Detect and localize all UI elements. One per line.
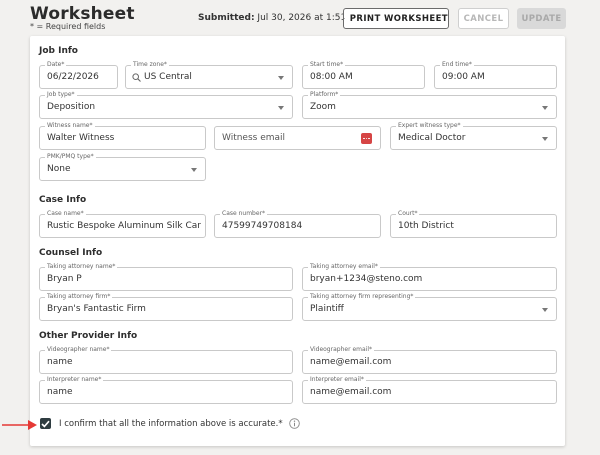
interpreter-email-field[interactable]: Interpreter email* name@email.com [302,376,557,404]
job-type-label: Job type* [45,91,77,99]
confirm-label: I confirm that all the information above… [59,418,283,429]
pmk-type-select[interactable]: PMK/PMQ type* None [39,153,206,181]
court-label: Court* [396,210,420,218]
cancel-button[interactable]: CANCEL [458,8,509,29]
print-worksheet-button[interactable]: PRINT WORKSHEET [343,8,449,29]
page-header: Worksheet * = Required fields Submitted:… [0,0,600,36]
start-time-value: 08:00 AM [310,72,353,82]
interpreter-name-label: Interpreter name* [45,376,104,384]
interpreter-email-value: name@email.com [310,387,392,397]
chevron-down-icon [542,106,548,110]
more-dots-icon[interactable] [361,133,372,144]
case-name-value: Rustic Bespoke Aluminum Silk Car [47,221,201,231]
videographer-name-field[interactable]: Videographer name* name [39,346,293,374]
expert-witness-type-value: Medical Doctor [398,133,466,143]
chevron-down-icon [542,137,548,141]
confirm-checkbox[interactable] [40,418,51,429]
videographer-email-field[interactable]: Videographer email* name@email.com [302,346,557,374]
chevron-down-icon [278,76,284,80]
chevron-down-icon [542,308,548,312]
interpreter-name-field[interactable]: Interpreter name* name [39,376,293,404]
printer-icon [344,18,345,19]
firm-representing-value: Plaintiff [310,304,344,314]
pmk-type-value: None [47,164,71,174]
taking-attorney-email-label: Taking attorney email* [308,263,380,271]
platform-label: Platform* [308,91,341,99]
platform-value: Zoom [310,102,336,112]
update-button[interactable]: UPDATE [517,8,566,29]
job-type-value: Deposition [47,102,96,112]
start-time-label: Start time* [308,61,346,69]
taking-attorney-name-value: Bryan P [47,274,82,284]
platform-select[interactable]: Platform* Zoom [302,91,557,119]
case-name-field[interactable]: Case name* Rustic Bespoke Aluminum Silk … [39,210,206,238]
submitted-label: Submitted: [198,13,255,23]
checkmark-icon [41,420,50,428]
section-heading-case-info: Case Info [39,195,87,205]
time-zone-value: US Central [144,72,192,82]
red-arrow-icon [2,420,37,430]
videographer-name-value: name [47,357,73,367]
submitted-status: Submitted: Jul 30, 2026 at 1:51 PM [198,13,362,23]
taking-attorney-firm-label: Taking attorney firm* [45,293,113,301]
witness-name-value: Walter Witness [47,133,115,143]
time-zone-label: Time zone* [131,61,169,69]
end-time-field[interactable]: End time* 09:00 AM [434,61,557,89]
info-icon[interactable] [288,418,300,429]
section-heading-job-info: Job Info [39,46,78,56]
witness-name-label: Witness name* [45,122,95,130]
case-number-field[interactable]: Case number* 47599749708184 [214,210,381,238]
expert-witness-type-select[interactable]: Expert witness type* Medical Doctor [390,122,557,150]
end-time-value: 09:00 AM [442,72,485,82]
interpreter-email-label: Interpreter email* [308,376,366,384]
case-number-value: 47599749708184 [222,221,303,231]
job-type-select[interactable]: Job type* Deposition [39,91,293,119]
taking-attorney-email-value: bryan+1234@steno.com [310,274,423,284]
date-value: 06/22/2026 [47,72,99,82]
confirm-row: I confirm that all the information above… [40,418,300,429]
taking-attorney-firm-field[interactable]: Taking attorney firm* Bryan's Fantastic … [39,293,293,321]
expert-witness-type-label: Expert witness type* [396,122,463,130]
page-title: Worksheet [30,4,135,24]
section-heading-other-provider-info: Other Provider Info [39,331,138,341]
witness-email-placeholder: Witness email [222,133,286,143]
start-time-field[interactable]: Start time* 08:00 AM [302,61,425,89]
taking-attorney-email-field[interactable]: Taking attorney email* bryan+1234@steno.… [302,263,557,291]
witness-name-field[interactable]: Witness name* Walter Witness [39,122,206,150]
end-time-label: End time* [440,61,474,69]
firm-representing-select[interactable]: Taking attorney firm representing* Plain… [302,293,557,321]
search-icon [132,73,141,82]
time-zone-select[interactable]: Time zone* US Central [125,61,293,89]
date-label: Date* [45,61,67,69]
court-field[interactable]: Court* 10th District [390,210,557,238]
taking-attorney-name-field[interactable]: Taking attorney name* Bryan P [39,263,293,291]
case-number-label: Case number* [220,210,268,218]
videographer-name-label: Videographer name* [45,346,112,354]
required-note: * = Required fields [30,22,106,31]
court-value: 10th District [398,221,454,231]
section-heading-counsel-info: Counsel Info [39,248,103,258]
date-field[interactable]: Date* 06/22/2026 [39,61,118,89]
taking-attorney-firm-value: Bryan's Fantastic Firm [47,304,146,314]
chevron-down-icon [191,168,197,172]
videographer-email-value: name@email.com [310,357,392,367]
print-worksheet-label: PRINT WORKSHEET [349,13,448,24]
firm-representing-label: Taking attorney firm representing* [308,293,416,301]
case-name-label: Case name* [45,210,86,218]
chevron-down-icon [278,106,284,110]
witness-email-field[interactable]: Witness email [214,126,381,150]
taking-attorney-name-label: Taking attorney name* [45,263,118,271]
pmk-type-label: PMK/PMQ type* [45,153,96,161]
interpreter-name-value: name [47,387,73,397]
videographer-email-label: Videographer email* [308,346,374,354]
